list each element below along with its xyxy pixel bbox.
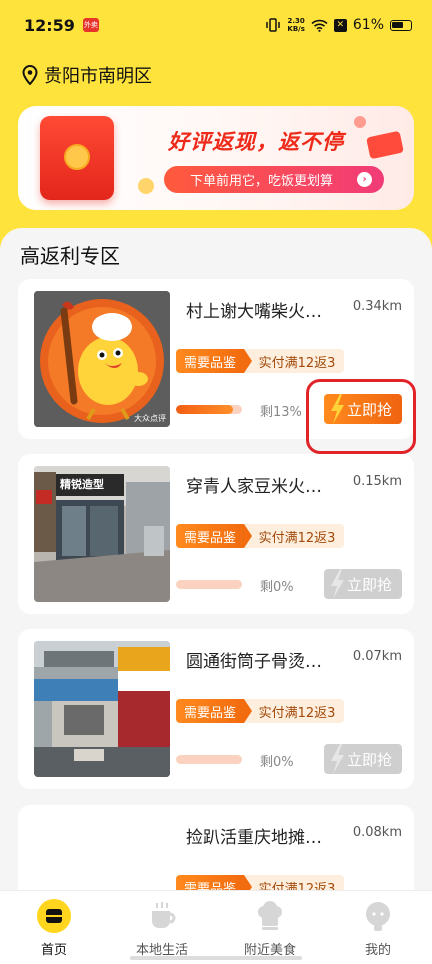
location-text: 贵阳市南明区 xyxy=(44,66,152,87)
store-card[interactable]: 精锐造型 穿青人家豆米火… 0.15km 需要品鉴 实付满12返3 剩0% 立即… xyxy=(18,454,414,614)
tab-mine[interactable]: 我的 xyxy=(324,891,432,964)
gift-envelope-icon xyxy=(366,130,404,160)
tab-label: 我的 xyxy=(364,943,391,958)
sim-icon: ✕ xyxy=(333,18,347,32)
vibrate-icon xyxy=(266,18,281,32)
stock-progress-bar xyxy=(176,405,242,414)
progress-fill xyxy=(176,405,234,414)
network-speed-unit: KB/s xyxy=(287,25,305,33)
storefront-photo xyxy=(34,641,170,777)
profile-icon xyxy=(361,899,395,933)
offer-tag: 需要品鉴 实付满12返3 xyxy=(176,349,344,373)
lightning-icon xyxy=(331,744,344,774)
offer-type-badge: 需要品鉴 xyxy=(176,349,252,373)
stock-remaining: 剩0% xyxy=(260,580,294,595)
banner-cta-button[interactable]: 下单前用它，吃饭更划算 › xyxy=(164,166,384,193)
battery-percent: 61% xyxy=(352,17,384,33)
stock-remaining: 剩0% xyxy=(260,755,294,770)
red-envelope-icon xyxy=(40,116,114,200)
offer-rule: 实付满12返3 xyxy=(244,349,344,373)
grab-button[interactable]: 立即抢 xyxy=(324,744,402,774)
store-card[interactable]: 圆通街筒子骨烫… 0.07km 需要品鉴 实付满12返3 剩0% 立即抢 xyxy=(18,629,414,789)
tab-home[interactable]: 首页 xyxy=(0,891,108,964)
decoration-dot xyxy=(354,116,366,128)
store-thumbnail xyxy=(34,641,170,777)
store-distance: 0.08km xyxy=(352,825,402,840)
stock-remaining: 剩13% xyxy=(260,405,302,420)
offer-type-badge: 需要品鉴 xyxy=(176,524,252,548)
thumbnail-watermark: 大众点评 xyxy=(134,414,166,423)
store-distance: 0.15km xyxy=(352,474,402,489)
offer-rule: 实付满12返3 xyxy=(244,524,344,548)
network-speed-value: 2.30 xyxy=(287,17,305,25)
storefront-sign: 精锐造型 xyxy=(60,478,104,491)
offer-tag: 需要品鉴 实付满12返3 xyxy=(176,524,344,548)
chicken-logo-image xyxy=(34,291,170,427)
grab-button-label: 立即抢 xyxy=(346,575,392,594)
chef-hat-icon xyxy=(253,899,287,933)
annotation-highlight-box xyxy=(306,379,416,454)
store-name: 捡趴活重庆地摊… xyxy=(186,828,322,848)
stock-progress-bar xyxy=(176,580,242,589)
tab-local-life[interactable]: 本地生活 xyxy=(108,891,216,964)
promo-banner[interactable]: 好评返现，返不停 下单前用它，吃饭更划算 › xyxy=(18,106,414,210)
store-thumbnail: 大众点评 xyxy=(34,291,170,427)
coin-icon xyxy=(138,178,154,194)
location-pin-icon xyxy=(22,65,38,85)
offer-type-badge: 需要品鉴 xyxy=(176,699,252,723)
lightning-icon xyxy=(331,569,344,599)
gesture-bar xyxy=(130,956,302,960)
grab-button[interactable]: 立即抢 xyxy=(324,569,402,599)
store-name: 村上谢大嘴柴火… xyxy=(186,302,322,322)
bottom-tab-bar: 首页 本地生活 附近美食 我的 xyxy=(0,890,432,964)
battery-icon xyxy=(390,19,412,31)
tab-label: 首页 xyxy=(40,943,67,958)
banner-cta-label: 下单前用它，吃饭更划算 xyxy=(190,174,334,189)
store-thumbnail: 精锐造型 xyxy=(34,466,170,602)
store-name: 穿青人家豆米火… xyxy=(186,477,322,497)
tab-nearby-food[interactable]: 附近美食 xyxy=(216,891,324,964)
coffee-cup-icon xyxy=(145,899,179,933)
status-time: 12:59 xyxy=(24,15,75,35)
section-title: 高返利专区 xyxy=(20,244,120,268)
grab-button-label: 立即抢 xyxy=(346,750,392,769)
banner-headline: 好评返现，返不停 xyxy=(168,130,344,154)
stock-progress-bar xyxy=(176,755,242,764)
store-distance: 0.34km xyxy=(352,299,402,314)
home-icon xyxy=(37,899,71,933)
offer-tag: 需要品鉴 实付满12返3 xyxy=(176,699,344,723)
notification-app-icon: 外卖 xyxy=(82,18,99,32)
store-name: 圆通街筒子骨烫… xyxy=(186,652,322,672)
offer-rule: 实付满12返3 xyxy=(244,699,344,723)
wifi-icon xyxy=(311,19,328,32)
status-bar: 12:59 外卖 2.30 KB/s ✕ 61% xyxy=(0,0,432,50)
network-speed: 2.30 KB/s xyxy=(287,17,304,33)
location-selector[interactable]: 贵阳市南明区 xyxy=(22,62,152,88)
chevron-right-icon: › xyxy=(357,172,372,187)
store-distance: 0.07km xyxy=(352,649,402,664)
